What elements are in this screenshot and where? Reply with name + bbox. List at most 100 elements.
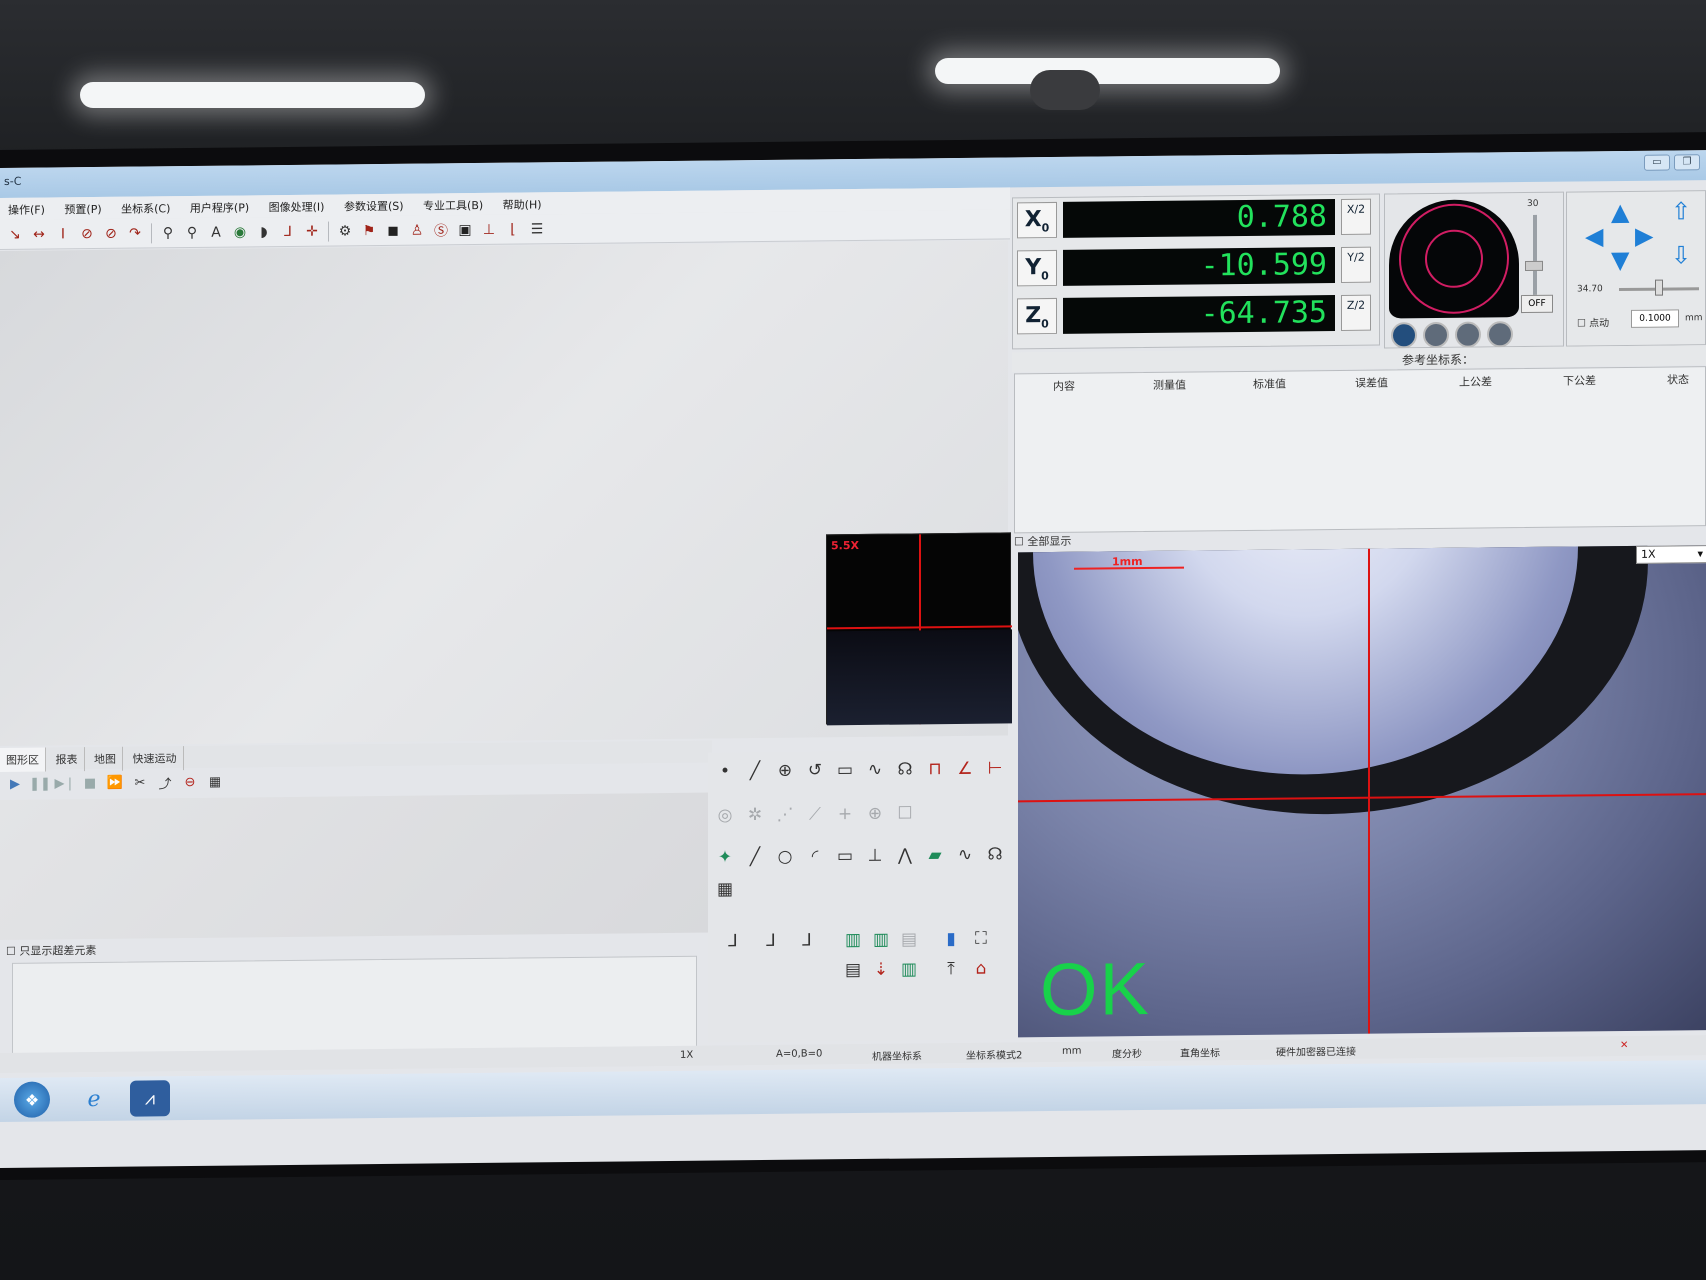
show-all-checkbox[interactable]: ☐ 全部显示 — [1014, 531, 1214, 551]
zoom-in-icon[interactable]: ⚲ — [157, 222, 179, 244]
concentric-icon[interactable]: ◎ — [712, 802, 738, 828]
coord-origin-icon[interactable]: ⅃ — [720, 928, 746, 954]
export-icon[interactable]: ⤴ — [154, 771, 176, 793]
gear-icon[interactable]: ⚙ — [334, 220, 356, 242]
menu-help[interactable]: 帮助(H) — [495, 192, 550, 213]
tab-fast-move[interactable]: 快速运动 — [126, 746, 184, 771]
bisector-icon[interactable]: ⟋ — [802, 801, 828, 827]
measure-app-icon[interactable]: ⩘ — [130, 1080, 170, 1117]
z-axis-button[interactable]: Z0 — [1017, 297, 1057, 335]
box-icon[interactable]: ☐ — [892, 800, 918, 826]
slope-icon[interactable]: ⋀ — [892, 842, 918, 868]
fit-view-icon[interactable]: ⛶ — [968, 926, 994, 952]
x-half-button[interactable]: X/2 — [1341, 198, 1371, 235]
rectangle-icon[interactable]: ▭ — [832, 757, 858, 783]
z-down-arrow-icon[interactable]: ⇩ — [1671, 241, 1691, 269]
step-icon[interactable]: ▶❘ — [54, 772, 76, 794]
delete-icon[interactable]: ⊖ — [179, 771, 201, 793]
menu-parameters[interactable]: 参数设置(S) — [336, 194, 412, 215]
diameter-icon[interactable]: ⊘ — [76, 222, 98, 244]
zoom-select[interactable]: 1X ▾ — [1636, 545, 1706, 564]
tab-map[interactable]: 地图 — [88, 746, 123, 772]
menu-image-processing[interactable]: 图像处理(I) — [261, 195, 333, 216]
ring-light-icon[interactable] — [1423, 321, 1449, 349]
freeform-icon[interactable]: ☊ — [892, 756, 918, 782]
color-chart-icon[interactable]: ▮ — [938, 926, 964, 952]
jog-checkbox[interactable]: ☐ 点动 — [1577, 314, 1609, 329]
menu-user-program[interactable]: 用户程序(P) — [182, 195, 257, 216]
light-off-button[interactable]: OFF — [1521, 294, 1553, 314]
fast-forward-icon[interactable]: ⏩ — [104, 772, 126, 794]
tray-icon[interactable]: ✕ — [1620, 1040, 1628, 1051]
curve-icon[interactable]: ∿ — [862, 757, 888, 783]
export-word-icon[interactable]: ▥ — [868, 927, 894, 953]
step-input[interactable]: 0.1000 — [1631, 309, 1679, 328]
arc-icon[interactable]: ↷ — [124, 222, 146, 244]
minimize-button[interactable]: ▭ — [1644, 154, 1670, 171]
line-icon[interactable]: ╱ — [742, 758, 768, 784]
print-icon[interactable]: ▤ — [840, 957, 866, 983]
axis-icon[interactable]: ⅃ — [277, 220, 299, 242]
center-icon[interactable]: ⊕ — [862, 801, 888, 827]
light-slider[interactable] — [1533, 214, 1537, 295]
intersect-icon[interactable]: + — [832, 801, 858, 827]
save-icon[interactable]: ▦ — [204, 771, 226, 793]
y-axis-button[interactable]: Y0 — [1017, 249, 1057, 287]
width-icon[interactable]: ⊢ — [982, 755, 1008, 781]
coord-rotate-icon[interactable]: ⅃ — [758, 928, 784, 954]
color-icon[interactable]: ◉ — [229, 221, 251, 243]
crosshair-tool-icon[interactable]: ✛ — [301, 220, 323, 242]
probe-icon[interactable]: ⚑ — [358, 220, 380, 242]
image-icon[interactable]: ◼ — [382, 219, 404, 241]
x-axis-button[interactable]: X0 — [1017, 201, 1057, 239]
menu-pro-tools[interactable]: 专业工具(B) — [415, 193, 491, 214]
calculator-icon[interactable]: ▦ — [712, 876, 738, 902]
live-camera-view[interactable]: 1mm 1X ▾ OK — [1018, 545, 1706, 1038]
light-slider-thumb[interactable] — [1525, 260, 1543, 272]
auto-circle-icon[interactable]: ○ — [772, 844, 798, 870]
stop-icon[interactable]: ■ — [79, 772, 101, 794]
z-up-arrow-icon[interactable]: ⇧ — [1671, 197, 1691, 225]
out-of-tolerance-checkbox[interactable]: ☐ 只显示超差元素 — [6, 942, 96, 959]
menu-preset[interactable]: 预置(P) — [56, 197, 109, 218]
vertical-distance-icon[interactable]: Ⅰ — [52, 223, 74, 245]
arc-icon[interactable]: ↺ — [802, 757, 828, 783]
notes-box[interactable] — [12, 955, 697, 1058]
program-list[interactable] — [0, 792, 712, 940]
line-angle-icon[interactable]: ↘ — [4, 223, 26, 245]
auto-freeform-icon[interactable]: ☊ — [982, 841, 1008, 867]
list-icon[interactable]: ☰ — [526, 218, 548, 240]
coaxial-light-icon[interactable] — [1391, 322, 1417, 349]
auto-curve-icon[interactable]: ∿ — [952, 842, 978, 868]
tools-icon[interactable]: ✂ — [129, 771, 151, 793]
height-icon[interactable]: ⌊ — [502, 218, 524, 240]
export-txt-icon[interactable]: ▤ — [896, 926, 922, 952]
auto-line-icon[interactable]: ╱ — [742, 844, 768, 870]
probe-move-icon[interactable]: ⤒ — [938, 956, 964, 982]
text-icon[interactable]: A — [205, 221, 227, 243]
gear-profile-icon[interactable]: ✲ — [742, 802, 768, 828]
segment-light-icon[interactable] — [1455, 321, 1481, 348]
menu-operate[interactable]: 操作(F) — [0, 197, 53, 218]
edge-icon[interactable]: ⊥ — [862, 843, 888, 869]
radius-icon[interactable]: ⊘ — [100, 222, 122, 244]
export-excel-icon[interactable]: ▥ — [840, 927, 866, 953]
person-icon[interactable]: ♙ — [406, 219, 428, 241]
archive-icon[interactable]: ▥ — [896, 956, 922, 982]
zoom-out-icon[interactable]: ⚲ — [181, 221, 203, 243]
tab-report[interactable]: 报表 — [49, 747, 85, 772]
report-icon[interactable]: ▣ — [454, 219, 476, 241]
right-arrow-icon[interactable]: ▶ — [1635, 222, 1653, 250]
speed-slider-thumb[interactable] — [1655, 279, 1663, 296]
menu-coordinate[interactable]: 坐标系(C) — [113, 196, 178, 217]
coord-align-icon[interactable]: ⅃ — [794, 927, 820, 953]
restore-button[interactable]: ❐ — [1674, 154, 1700, 171]
left-arrow-icon[interactable]: ◀ — [1585, 222, 1603, 250]
select-icon[interactable]: ◗ — [253, 221, 275, 243]
tab-graphic[interactable]: 图形区 — [0, 747, 46, 772]
ie-icon[interactable]: ℯ — [74, 1081, 114, 1117]
plane-icon[interactable]: ▰ — [922, 842, 948, 868]
point-icon[interactable]: • — [712, 758, 738, 784]
auto-arc-icon[interactable]: ◜ — [802, 843, 828, 869]
play-icon[interactable]: ▶ — [4, 773, 26, 795]
